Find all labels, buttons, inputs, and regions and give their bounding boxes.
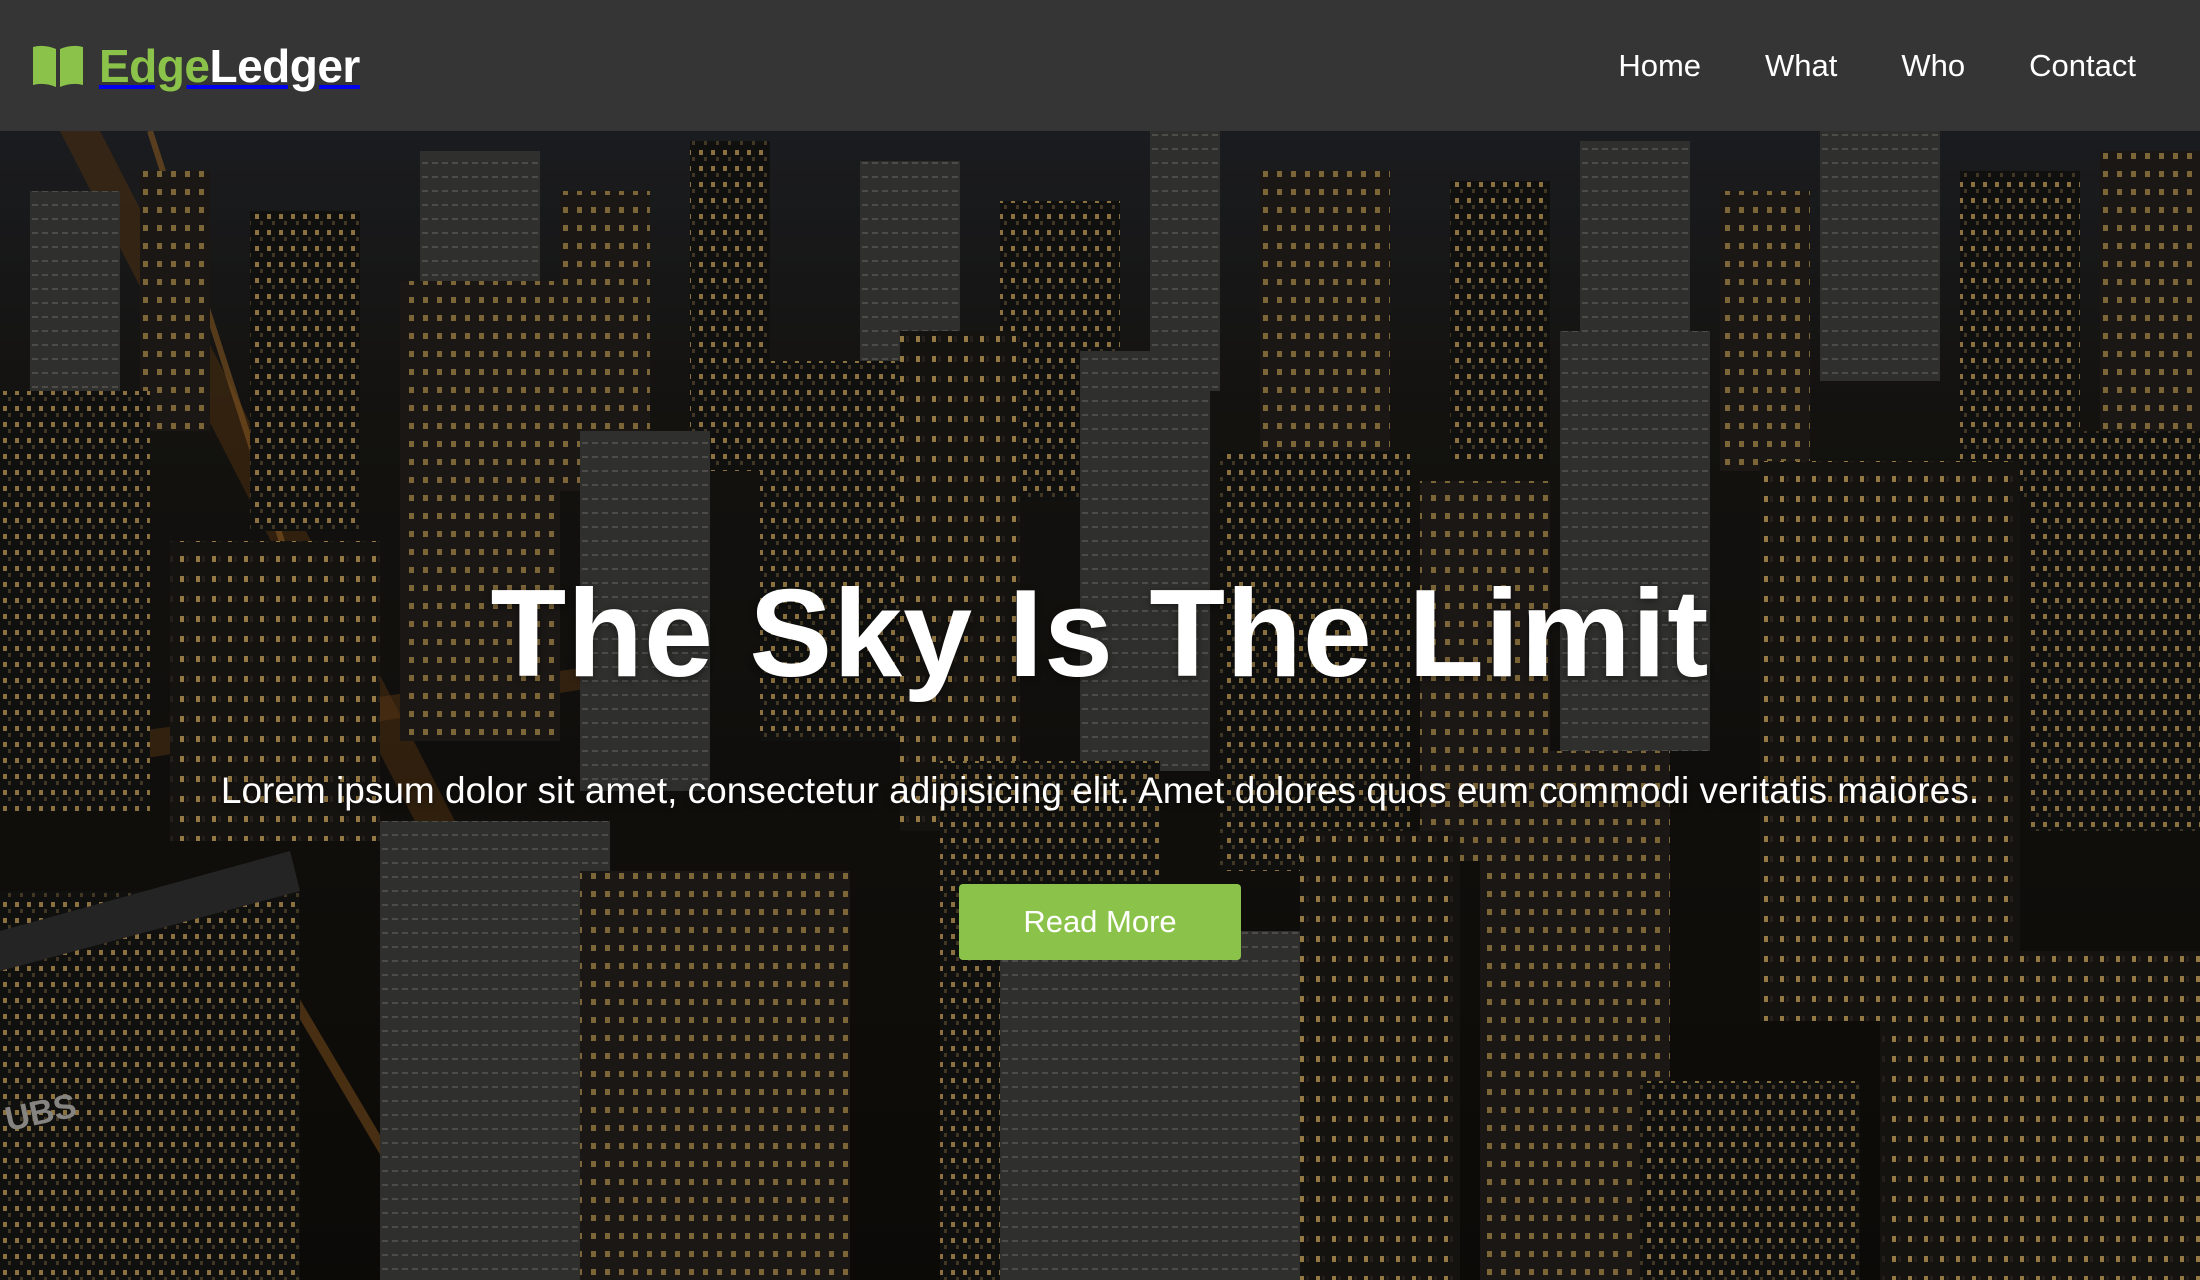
nav-item-what: What	[1765, 48, 1837, 84]
nav-item-who: Who	[1901, 48, 1965, 84]
brand-name-ledger: Ledger	[209, 39, 360, 92]
brand-name-edge: Edge	[99, 39, 210, 92]
nav-link-what[interactable]: What	[1765, 48, 1837, 83]
nav-item-contact: Contact	[2029, 48, 2136, 84]
nav-menu: Home What Who Contact	[1618, 48, 2136, 84]
open-book-icon	[33, 45, 83, 87]
brand-logo-link[interactable]: EdgeLedger	[31, 39, 360, 93]
read-more-button[interactable]: Read More	[959, 884, 1241, 960]
hero-content: The Sky Is The Limit Lorem ipsum dolor s…	[0, 131, 2200, 1280]
hero-subtitle: Lorem ipsum dolor sit amet, consectetur …	[220, 770, 1980, 811]
nav-item-home: Home	[1618, 48, 1701, 84]
brand-name: EdgeLedger	[99, 39, 360, 93]
nav-link-home[interactable]: Home	[1618, 48, 1701, 83]
nav-link-who[interactable]: Who	[1901, 48, 1965, 83]
hero-title: The Sky Is The Limit	[490, 565, 1710, 703]
navbar: EdgeLedger Home What Who Contact	[0, 0, 2200, 131]
hero-section: UBS The Sky Is The Limit Lorem ipsum dol…	[0, 131, 2200, 1280]
nav-link-contact[interactable]: Contact	[2029, 48, 2136, 83]
